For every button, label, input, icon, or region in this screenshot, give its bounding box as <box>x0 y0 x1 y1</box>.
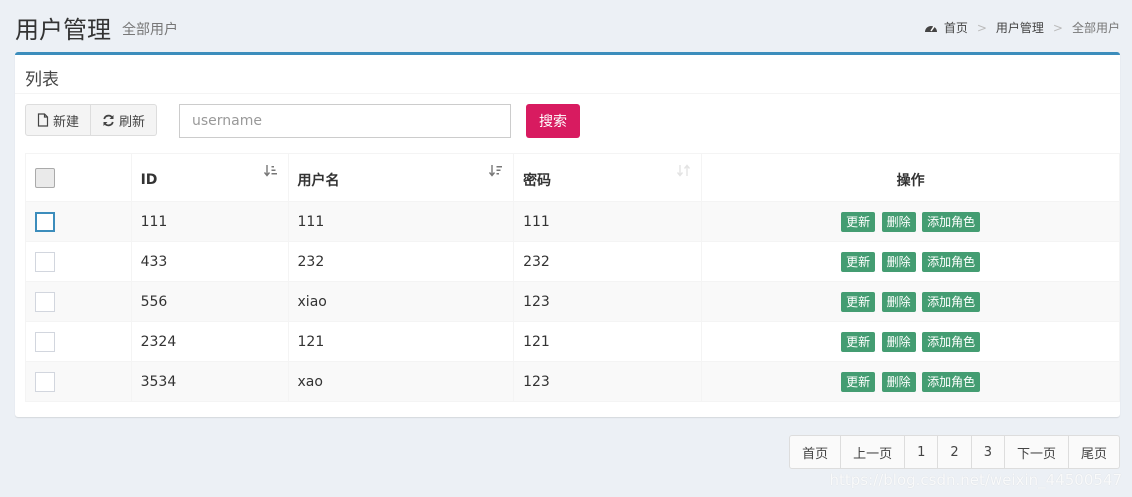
add-role-button[interactable]: 添加角色 <box>922 331 981 352</box>
pagination-page-1[interactable]: 1 <box>905 435 939 469</box>
cell-actions: 更新 删除 添加角色 <box>701 201 1120 242</box>
cell-username: 111 <box>287 201 515 242</box>
cell-id: 556 <box>130 281 289 322</box>
pagination-next[interactable]: 下一页 <box>1004 435 1069 469</box>
select-all-header <box>25 153 132 202</box>
search-input[interactable] <box>179 104 511 138</box>
table-row: 2324 121 121 更新 删除 添加角色 <box>25 321 1120 362</box>
update-button[interactable]: 更新 <box>841 331 876 352</box>
update-button[interactable]: 更新 <box>841 251 876 272</box>
sort-desc-icon <box>489 165 503 177</box>
table-row: 111 111 111 更新 删除 添加角色 <box>25 201 1120 242</box>
page-subtitle: 全部用户 <box>122 22 178 38</box>
cell-actions: 更新 删除 添加角色 <box>701 361 1120 402</box>
row-checkbox[interactable] <box>35 371 55 392</box>
cell-username: 232 <box>287 241 515 282</box>
column-header-actions: 操作 <box>701 153 1120 202</box>
cell-id: 433 <box>130 241 289 282</box>
breadcrumb: 首页 > 用户管理 > 全部用户 <box>924 19 1120 36</box>
pagination-prev[interactable]: 上一页 <box>841 435 906 469</box>
breadcrumb-separator: > <box>976 20 987 35</box>
breadcrumb-home[interactable]: 首页 <box>944 19 968 36</box>
file-icon <box>37 113 49 127</box>
row-checkbox[interactable] <box>35 211 55 232</box>
table-row: 556 xiao 123 更新 删除 添加角色 <box>25 281 1120 322</box>
pagination-first[interactable]: 首页 <box>789 435 842 469</box>
cell-password: 232 <box>513 241 703 282</box>
row-checkbox-cell <box>25 321 132 362</box>
cell-actions: 更新 删除 添加角色 <box>701 281 1120 322</box>
cell-password: 123 <box>513 281 703 322</box>
row-checkbox-cell <box>25 281 132 322</box>
cell-password: 121 <box>513 321 703 362</box>
breadcrumb-all-users: 全部用户 <box>1071 21 1120 35</box>
pagination-page-2[interactable]: 2 <box>938 435 972 469</box>
select-all-checkbox[interactable] <box>35 167 55 188</box>
delete-button[interactable]: 删除 <box>881 211 916 232</box>
cell-username: xao <box>287 361 515 402</box>
box-divider <box>15 93 1120 94</box>
update-button[interactable]: 更新 <box>841 211 876 232</box>
cell-password: 123 <box>513 361 703 402</box>
refresh-button[interactable]: 刷新 <box>91 104 158 136</box>
new-button-label: 新建 <box>53 114 80 130</box>
add-role-button[interactable]: 添加角色 <box>922 211 981 232</box>
cell-username: xiao <box>287 281 515 322</box>
pagination-page-3[interactable]: 3 <box>971 435 1005 469</box>
cell-username: 121 <box>287 321 515 362</box>
toolbar-button-group: 新建 刷新 <box>25 104 158 136</box>
column-header-password-label: 密码 <box>523 173 552 189</box>
page-title: 用户管理 <box>15 16 111 44</box>
delete-button[interactable]: 删除 <box>881 251 916 272</box>
refresh-icon <box>103 114 114 126</box>
column-header-username-label: 用户名 <box>297 173 340 189</box>
column-header-password[interactable]: 密码 <box>513 153 703 202</box>
refresh-button-label: 刷新 <box>119 114 146 130</box>
table-header-row: ID 用户名 密码 操作 <box>25 153 1120 202</box>
add-role-button[interactable]: 添加角色 <box>922 291 981 312</box>
add-role-button[interactable]: 添加角色 <box>922 371 981 392</box>
delete-button[interactable]: 删除 <box>881 291 916 312</box>
new-button[interactable]: 新建 <box>25 104 92 136</box>
table-row: 433 232 232 更新 删除 添加角色 <box>25 241 1120 282</box>
column-header-id[interactable]: ID <box>130 153 289 202</box>
breadcrumb-user-management[interactable]: 用户管理 <box>996 19 1044 36</box>
cell-actions: 更新 删除 添加角色 <box>701 241 1120 282</box>
row-checkbox[interactable] <box>35 291 55 312</box>
column-header-username[interactable]: 用户名 <box>287 153 515 202</box>
cell-id: 2324 <box>130 321 289 362</box>
column-header-actions-label: 操作 <box>896 173 925 189</box>
search-button[interactable]: 搜索 <box>526 104 580 138</box>
pagination-last[interactable]: 尾页 <box>1068 435 1120 469</box>
dashboard-icon <box>924 25 937 32</box>
breadcrumb-separator: > <box>1052 20 1063 35</box>
cell-id: 3534 <box>130 361 289 402</box>
sort-icon <box>677 164 691 177</box>
row-checkbox[interactable] <box>35 251 55 272</box>
box-title: 列表 <box>25 70 59 90</box>
watermark: https://blog.csdn.net/weixin_44500547 <box>829 471 1122 489</box>
column-header-id-label: ID <box>140 172 158 188</box>
row-checkbox-cell <box>25 201 132 242</box>
update-button[interactable]: 更新 <box>841 291 876 312</box>
list-box: 列表 新建 刷新 搜索 <box>15 52 1120 417</box>
cell-id: 111 <box>130 201 289 242</box>
cell-actions: 更新 删除 添加角色 <box>701 321 1120 362</box>
table-row: 3534 xao 123 更新 删除 添加角色 <box>25 361 1120 402</box>
user-table: ID 用户名 密码 操作 111 111 111 更新 删除 添加角色 433 … <box>25 153 1120 402</box>
add-role-button[interactable]: 添加角色 <box>922 251 981 272</box>
row-checkbox[interactable] <box>35 331 55 352</box>
row-checkbox-cell <box>25 241 132 282</box>
delete-button[interactable]: 删除 <box>881 331 916 352</box>
cell-password: 111 <box>513 201 703 242</box>
pagination: 首页 上一页 1 2 3 下一页 尾页 <box>789 435 1120 469</box>
update-button[interactable]: 更新 <box>841 371 876 392</box>
sort-asc-icon <box>263 165 277 177</box>
row-checkbox-cell <box>25 361 132 402</box>
delete-button[interactable]: 删除 <box>881 371 916 392</box>
